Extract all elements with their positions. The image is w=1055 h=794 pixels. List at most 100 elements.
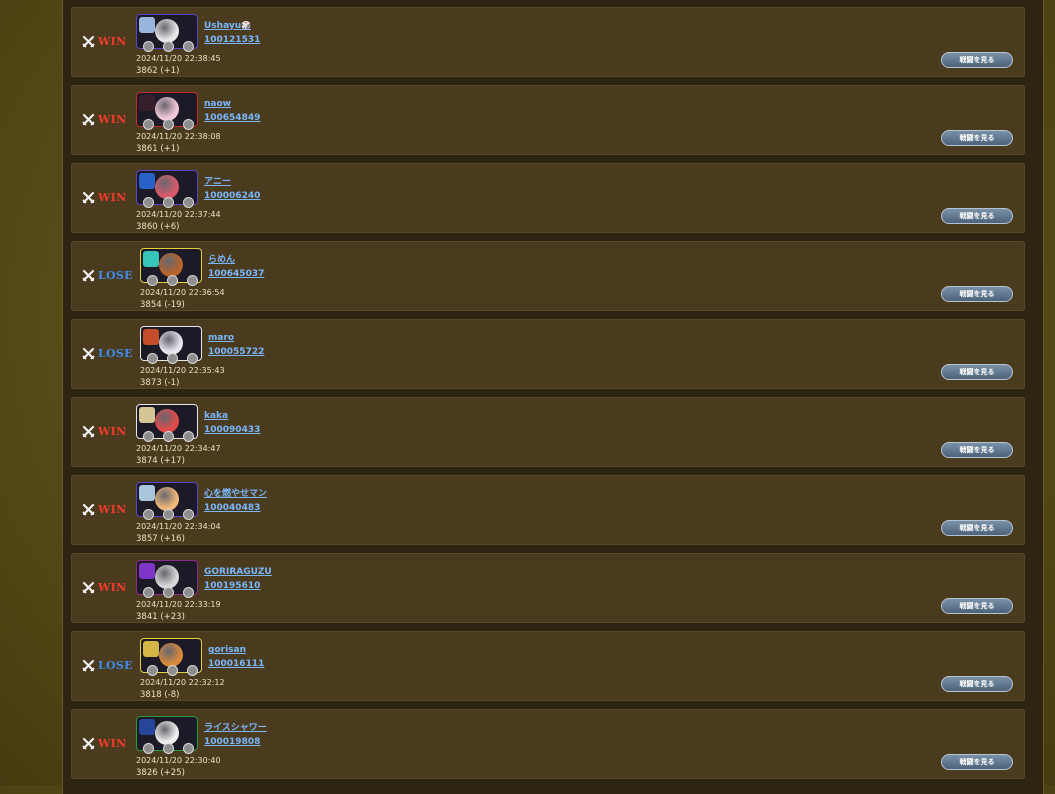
- username-link[interactable]: naow: [204, 97, 260, 111]
- username-text: naow: [204, 99, 231, 109]
- battle-meta: 2024/11/20 22:35:43 3873 (-1): [140, 365, 225, 389]
- deck-avatar[interactable]: [140, 248, 202, 286]
- character-icon: [143, 329, 159, 345]
- battle-row: WIN GORIRAGUZU 100195610 2024/11/20 22:3…: [71, 553, 1025, 623]
- view-battle-button[interactable]: 戦闘を見る: [941, 754, 1013, 770]
- user-id-link[interactable]: 100006240: [204, 189, 260, 203]
- result-badge: WIN: [82, 736, 126, 750]
- deck-avatar[interactable]: [136, 716, 198, 754]
- equipment-icon: [187, 275, 198, 286]
- avatar: [155, 409, 179, 433]
- equipment-icon: [147, 353, 158, 364]
- user-id-link[interactable]: 100645037: [208, 267, 264, 281]
- equipment-icon: [163, 587, 174, 598]
- battle-timestamp: 2024/11/20 22:38:45: [136, 54, 221, 63]
- deck-avatar[interactable]: [136, 482, 198, 520]
- user-id-link[interactable]: 100055722: [208, 345, 264, 359]
- battle-meta: 2024/11/20 22:38:08 3861 (+1): [136, 131, 221, 155]
- result-badge: WIN: [82, 580, 126, 594]
- avatar: [155, 175, 179, 199]
- view-battle-button[interactable]: 戦闘を見る: [941, 130, 1013, 146]
- rating-change: 3854 (-19): [140, 300, 185, 310]
- crossed-swords-icon: [82, 737, 95, 750]
- result-label: WIN: [98, 580, 127, 594]
- battle-timestamp: 2024/11/20 22:37:44: [136, 210, 221, 219]
- equipment-icon: [143, 743, 154, 754]
- equipment-icon: [143, 587, 154, 598]
- result-badge: WIN: [82, 502, 126, 516]
- avatar: [159, 331, 183, 355]
- equipment-icon: [167, 275, 178, 286]
- view-battle-button[interactable]: 戦闘を見る: [941, 676, 1013, 692]
- battle-row: WIN kaka 100090433 2024/11/20 22:34:47 3…: [71, 397, 1025, 467]
- battle-row: LOSE gorisan 100016111 2024/11/20 22:32:…: [71, 631, 1025, 701]
- username-text: 心を燃やせマン: [204, 489, 268, 499]
- rating-change: 3874 (+17): [136, 456, 185, 466]
- battle-meta: 2024/11/20 22:37:44 3860 (+6): [136, 209, 221, 233]
- battle-meta: 2024/11/20 22:34:04 3857 (+16): [136, 521, 221, 545]
- view-battle-button[interactable]: 戦闘を見る: [941, 598, 1013, 614]
- user-id-link[interactable]: 100654849: [204, 111, 260, 125]
- player-info: らめん 100645037: [208, 253, 264, 281]
- equipment-icon: [163, 743, 174, 754]
- username-text: Ushayu: [204, 21, 242, 31]
- view-battle-button[interactable]: 戦闘を見る: [941, 364, 1013, 380]
- result-label: WIN: [98, 502, 127, 516]
- deck-avatar[interactable]: [140, 638, 202, 676]
- user-id-link[interactable]: 100016111: [208, 657, 264, 671]
- crossed-swords-icon: [82, 425, 95, 438]
- user-id-link[interactable]: 100019808: [204, 735, 267, 749]
- player-info: ライスシャワー 100019808: [204, 721, 267, 749]
- username-text: kaka: [204, 411, 229, 421]
- battle-timestamp: 2024/11/20 22:33:19: [136, 600, 221, 609]
- view-battle-button[interactable]: 戦闘を見る: [941, 286, 1013, 302]
- view-battle-button[interactable]: 戦闘を見る: [941, 520, 1013, 536]
- username-text: ライスシャワー: [204, 723, 267, 733]
- deck-avatar[interactable]: [140, 326, 202, 364]
- equipment-icon: [183, 119, 194, 130]
- rating-change: 3818 (-8): [140, 690, 180, 700]
- view-battle-button[interactable]: 戦闘を見る: [941, 442, 1013, 458]
- username-link[interactable]: アニー: [204, 175, 260, 189]
- result-label: WIN: [98, 736, 127, 750]
- username-link[interactable]: Ushayu🎲: [204, 19, 260, 33]
- username-link[interactable]: 心を燃やせマン: [204, 487, 267, 501]
- equipment-icon: [147, 275, 158, 286]
- player-info: naow 100654849: [204, 97, 260, 125]
- rating-change: 3862 (+1): [136, 66, 180, 76]
- deck-avatar[interactable]: [136, 170, 198, 208]
- username-link[interactable]: GORIRAGUZU: [204, 565, 272, 579]
- username-link[interactable]: ライスシャワー: [204, 721, 267, 735]
- player-info: Ushayu🎲 100121531: [204, 19, 260, 47]
- avatar: [155, 565, 179, 589]
- username-link[interactable]: gorisan: [208, 643, 264, 657]
- equipment-icon: [183, 509, 194, 520]
- deck-avatar[interactable]: [136, 404, 198, 442]
- battle-row: WIN アニー 100006240 2024/11/20 22:37:44 38…: [71, 163, 1025, 233]
- deck-avatar[interactable]: [136, 92, 198, 130]
- battle-meta: 2024/11/20 22:36:54 3854 (-19): [140, 287, 225, 311]
- equipment-icon: [187, 353, 198, 364]
- result-badge: WIN: [82, 112, 126, 126]
- deck-avatar[interactable]: [136, 560, 198, 598]
- character-icon: [139, 485, 155, 501]
- user-id-link[interactable]: 100121531: [204, 33, 260, 47]
- username-link[interactable]: maro: [208, 331, 264, 345]
- battle-meta: 2024/11/20 22:30:40 3826 (+25): [136, 755, 221, 779]
- username-link[interactable]: kaka: [204, 409, 260, 423]
- character-icon: [139, 563, 155, 579]
- battle-meta: 2024/11/20 22:38:45 3862 (+1): [136, 53, 221, 77]
- user-id-link[interactable]: 100090433: [204, 423, 260, 437]
- result-label: LOSE: [98, 268, 133, 282]
- rating-change: 3841 (+23): [136, 612, 185, 622]
- view-battle-button[interactable]: 戦闘を見る: [941, 208, 1013, 224]
- username-link[interactable]: らめん: [208, 253, 264, 267]
- username-text: gorisan: [208, 645, 246, 655]
- deck-avatar[interactable]: [136, 14, 198, 52]
- player-info: maro 100055722: [208, 331, 264, 359]
- view-battle-button[interactable]: 戦闘を見る: [941, 52, 1013, 68]
- battle-row: WIN Ushayu🎲 100121531 2024/11/20 22:38:4…: [71, 7, 1025, 77]
- battle-meta: 2024/11/20 22:34:47 3874 (+17): [136, 443, 221, 467]
- user-id-link[interactable]: 100195610: [204, 579, 272, 593]
- user-id-link[interactable]: 100040483: [204, 501, 267, 515]
